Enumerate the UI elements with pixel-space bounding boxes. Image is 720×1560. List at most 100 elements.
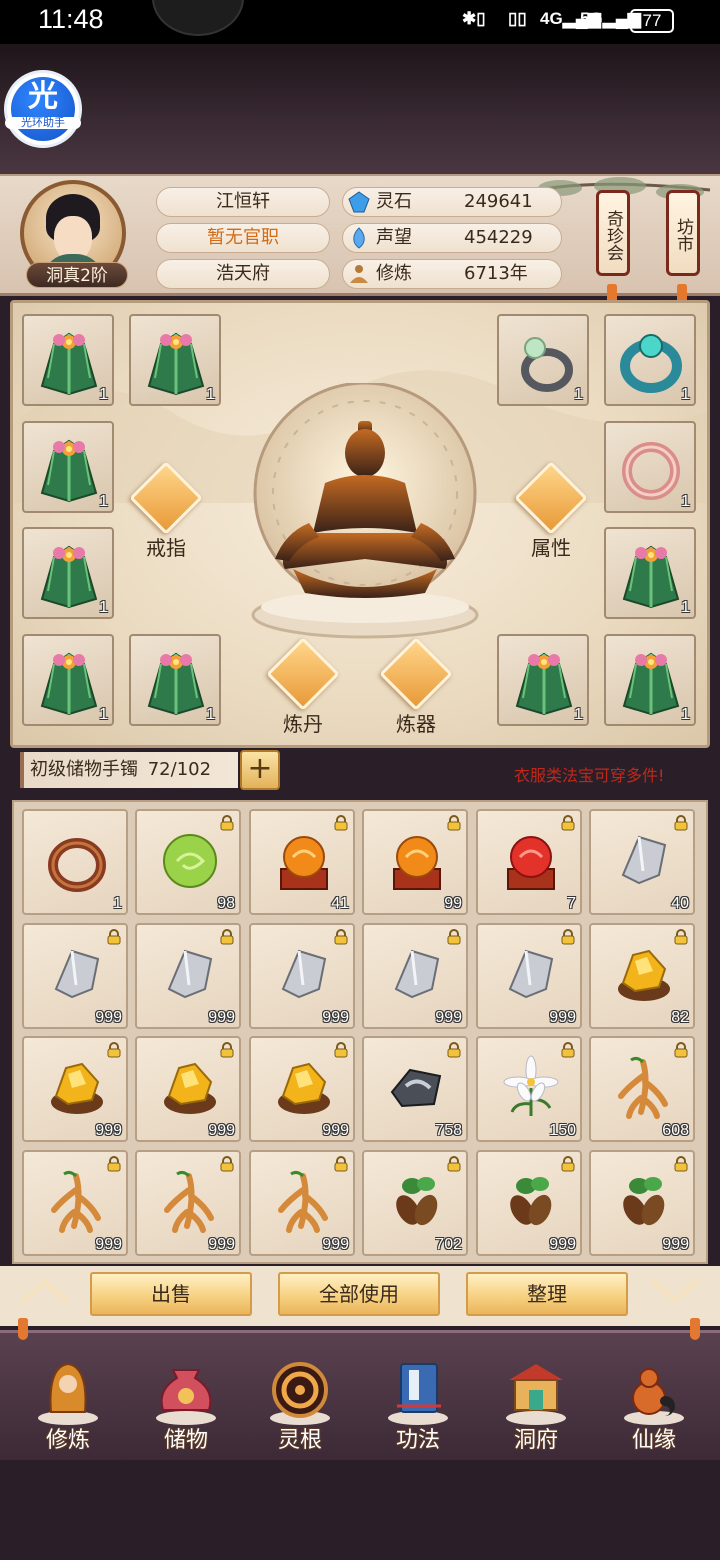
- prestige-label: 声望: [376, 227, 412, 248]
- lock-icon: [447, 1042, 461, 1058]
- inventory-item[interactable]: 999: [476, 923, 582, 1029]
- lock-icon: [674, 815, 688, 831]
- equipment-slot-robe[interactable]: 1: [129, 314, 221, 406]
- status-time: 11:48: [38, 4, 104, 34]
- inventory-item[interactable]: 999: [135, 1036, 241, 1142]
- equipment-slot-robe[interactable]: 1: [129, 634, 221, 726]
- nav-immortal-fate[interactable]: 仙缘: [604, 1356, 704, 1466]
- inventory-item[interactable]: 999: [589, 1150, 695, 1256]
- inventory-item[interactable]: 702: [362, 1150, 468, 1256]
- inventory-item[interactable]: 999: [135, 923, 241, 1029]
- inventory-item[interactable]: 999: [22, 923, 128, 1029]
- scroll-down-icon[interactable]: [648, 1276, 702, 1306]
- inventory-item[interactable]: 99: [362, 809, 468, 915]
- item-count: 98: [217, 895, 235, 912]
- inventory-item[interactable]: 999: [22, 1036, 128, 1142]
- red-orb-icon: [507, 836, 555, 890]
- bluetooth-icon: ✱▯: [462, 9, 486, 28]
- equipment-slot-robe[interactable]: 1: [604, 634, 696, 726]
- equipment-slot-ring[interactable]: 1: [604, 314, 696, 406]
- gold-ore-icon: [164, 1062, 216, 1114]
- equipment-slot-robe[interactable]: 1: [497, 634, 589, 726]
- inventory-item[interactable]: 999: [476, 1150, 582, 1256]
- equipment-slot-robe[interactable]: 1: [22, 314, 114, 406]
- inventory-item[interactable]: 999: [249, 1150, 355, 1256]
- robe-icon: [147, 332, 205, 396]
- equipment-slot-ring[interactable]: 1: [604, 421, 696, 513]
- bottom-filler: [0, 1460, 720, 1560]
- anvil-icon: [379, 637, 453, 711]
- equipment-slot-robe[interactable]: 1: [22, 634, 114, 726]
- inventory-item[interactable]: 999: [362, 923, 468, 1029]
- gold-ore-icon: [618, 949, 670, 1001]
- inventory-item[interactable]: 999: [249, 923, 355, 1029]
- gold-ore-icon: [51, 1062, 103, 1114]
- inventory-item[interactable]: 41: [249, 809, 355, 915]
- cultivation-label: 修炼: [376, 263, 412, 284]
- item-count: 999: [208, 1122, 235, 1139]
- equipment-slot-robe[interactable]: 1: [22, 421, 114, 513]
- inventory-item[interactable]: 150: [476, 1036, 582, 1142]
- cultivate-icon: [38, 1362, 98, 1425]
- equipment-slot-ring[interactable]: 1: [497, 314, 589, 406]
- lock-icon: [674, 929, 688, 945]
- nav-storage[interactable]: 储物: [136, 1356, 236, 1466]
- rose-ring-icon: [622, 442, 680, 500]
- scroll-up-icon[interactable]: [18, 1276, 72, 1306]
- item-count: 999: [208, 1236, 235, 1253]
- forge-button[interactable]: 炼器: [371, 637, 461, 742]
- tassel-decoration: [18, 1318, 28, 1340]
- treasure-fair-button[interactable]: 奇珍会: [596, 190, 630, 276]
- use-all-button[interactable]: 全部使用: [278, 1272, 440, 1316]
- attributes-icon: [514, 461, 588, 535]
- equipment-slot-robe[interactable]: 1: [22, 527, 114, 619]
- nav-spirit-root[interactable]: 灵根: [250, 1356, 350, 1466]
- lock-icon: [447, 929, 461, 945]
- item-count: 82: [671, 1009, 689, 1026]
- lock-icon: [220, 815, 234, 831]
- sort-button[interactable]: 整理: [466, 1272, 628, 1316]
- sell-button[interactable]: 出售: [90, 1272, 252, 1316]
- equipment-slot-robe[interactable]: 1: [604, 527, 696, 619]
- silver-ore-icon: [167, 949, 213, 999]
- inventory-item[interactable]: 999: [135, 1150, 241, 1256]
- silver-ore-icon: [54, 949, 100, 999]
- lock-icon: [334, 1042, 348, 1058]
- expand-storage-button[interactable]: +: [240, 750, 280, 790]
- inventory-item[interactable]: 40: [589, 809, 695, 915]
- player-name: 江恒轩: [156, 187, 330, 217]
- prestige-value: 454229: [464, 227, 533, 248]
- lock-icon: [561, 1042, 575, 1058]
- inventory-item[interactable]: 82: [589, 923, 695, 1029]
- lock-icon: [447, 1156, 461, 1172]
- prestige-icon: [353, 227, 365, 249]
- inventory-item[interactable]: 999: [22, 1150, 128, 1256]
- inventory-item[interactable]: 98: [135, 809, 241, 915]
- residence-name: 浩天府: [156, 259, 330, 289]
- ginseng-icon: [164, 1170, 214, 1233]
- item-count: 999: [208, 1009, 235, 1026]
- inventory-item[interactable]: 758: [362, 1036, 468, 1142]
- status-bar: 11:48 ✱▯ ▯▯ 4G▂▄▆ 5G▂▄▆ 77: [0, 0, 720, 44]
- nav-cave-dwelling[interactable]: 洞府: [486, 1356, 586, 1466]
- item-count: 41: [331, 895, 349, 912]
- item-count: 999: [95, 1236, 122, 1253]
- attributes-button[interactable]: 属性: [506, 461, 596, 566]
- gold-ore-icon: [278, 1062, 330, 1114]
- robe-icon: [40, 439, 98, 503]
- lock-icon: [107, 929, 121, 945]
- alchemy-button[interactable]: 炼丹: [258, 637, 348, 742]
- ring-button[interactable]: 戒指: [121, 461, 211, 566]
- nav-technique[interactable]: 功法: [368, 1356, 468, 1466]
- market-button[interactable]: 坊市: [666, 190, 700, 276]
- nav-cultivate[interactable]: 修炼: [18, 1356, 118, 1466]
- halo-helper-button[interactable]: 光 光环助手: [4, 70, 82, 148]
- inventory-item[interactable]: 1: [22, 809, 128, 915]
- inventory-item[interactable]: 7: [476, 809, 582, 915]
- storage-capacity: 72/102: [147, 759, 212, 780]
- inventory-item[interactable]: 608: [589, 1036, 695, 1142]
- dark-ore-icon: [390, 1068, 442, 1108]
- lock-icon: [220, 1156, 234, 1172]
- inventory-item[interactable]: 999: [249, 1036, 355, 1142]
- item-count: 758: [435, 1122, 462, 1139]
